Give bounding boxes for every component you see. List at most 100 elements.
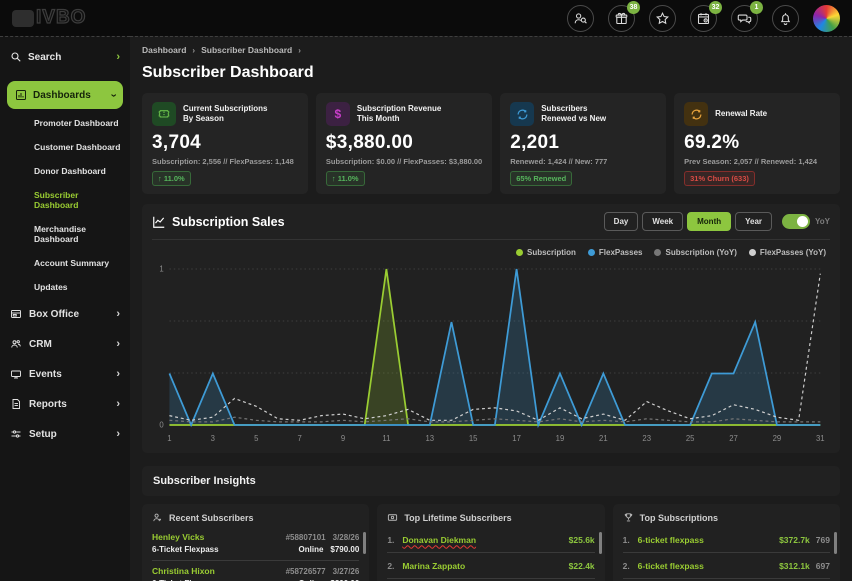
logo-text: IVBO (36, 7, 86, 29)
subscription-sales-panel: Subscription Sales Day Week Month Year Y… (142, 204, 840, 453)
sidebar-item-subscriber-dashboard[interactable]: Subscriber Dashboard (7, 183, 123, 217)
lifetime-subscriber-row[interactable]: 1. Donavan Diekman $25.6k (387, 527, 594, 553)
messages-badge: 1 (750, 1, 763, 14)
legend-item-flexpasses-yoy[interactable]: FlexPasses (YoY) (749, 248, 826, 257)
legend-item-subscription[interactable]: Subscription (516, 248, 576, 257)
chevron-right-icon: › (116, 339, 120, 350)
sidebar-item-donor-dashboard[interactable]: Donor Dashboard (7, 159, 123, 183)
star-icon (655, 11, 670, 26)
svg-text:13: 13 (425, 434, 434, 443)
box-office-icon (10, 308, 22, 320)
subscriber-name[interactable]: Henley Vicks (152, 532, 204, 542)
recent-subscriber-row[interactable]: Henley Vicks #58807101 3/28/26 6-Ticket … (152, 527, 359, 561)
vbo-logo[interactable]: IVBO (12, 7, 86, 29)
sidebar-item-crm[interactable]: CRM › (7, 329, 123, 359)
kpi-detail: Renewed: 1,424 // New: 777 (510, 157, 656, 166)
kpi-title: SubscribersRenewed vs New (541, 104, 606, 125)
kpi-detail: Subscription: 2,556 // FlexPasses: 1,148 (152, 157, 298, 166)
sidebar-item-setup[interactable]: Setup › (7, 419, 123, 449)
subscription-value: $372.7k (779, 535, 810, 545)
dollar-icon: $ (326, 102, 350, 126)
sale-amount: $790.00 (330, 545, 359, 554)
calendar-icon (696, 11, 711, 26)
range-button-day[interactable]: Day (604, 212, 639, 231)
top-subscriptions-card: Top Subscriptions 1. 6-ticket flexpass $… (613, 504, 840, 581)
kpi-value: $3,880.00 (326, 132, 482, 154)
order-id: #58807101 (286, 533, 326, 542)
legend-item-flexpasses[interactable]: FlexPasses (588, 248, 643, 257)
kpi-row: Current SubscriptionsBy Season 3,704 Sub… (142, 93, 840, 194)
scrollbar[interactable] (363, 532, 366, 554)
kpi-title: Renewal Rate (715, 109, 767, 119)
svg-text:31: 31 (816, 434, 825, 443)
range-button-week[interactable]: Week (642, 212, 683, 231)
recent-subscriber-row[interactable]: Christina Hixon #58726577 3/27/26 6-Tick… (152, 561, 359, 581)
events-icon (10, 368, 22, 380)
sidebar-item-promoter-dashboard[interactable]: Promoter Dashboard (7, 111, 123, 135)
customer-search-button[interactable] (567, 5, 594, 32)
recent-subscribers-card: Recent Subscribers Henley Vicks #5880710… (142, 504, 369, 581)
subscriber-name[interactable]: Donavan Diekman (402, 535, 476, 545)
line-chart-icon (152, 215, 166, 229)
sidebar-item-merchandise-dashboard[interactable]: Merchandise Dashboard (7, 217, 123, 251)
range-button-year[interactable]: Year (735, 212, 772, 231)
favorites-button[interactable] (649, 5, 676, 32)
sidebar-item-account-summary[interactable]: Account Summary (7, 251, 123, 275)
yoy-toggle[interactable] (782, 214, 810, 229)
breadcrumb: Dashboard › Subscriber Dashboard › (142, 45, 840, 55)
rank: 1. (387, 535, 402, 545)
sidebar-item-events[interactable]: Events › (7, 359, 123, 389)
sidebar-item-reports[interactable]: Reports › (7, 389, 123, 419)
svg-text:5: 5 (254, 434, 259, 443)
calendar-button[interactable]: 32 (690, 5, 717, 32)
product-name: 6-Ticket Flexpass (152, 545, 219, 554)
ticket-icon (152, 102, 176, 126)
crm-icon (10, 338, 22, 350)
kpi-card-subscription-revenue: $ Subscription RevenueThis Month $3,880.… (316, 93, 492, 194)
lifetime-subscriber-row[interactable]: 2. Marina Zappato $22.4k (387, 553, 594, 579)
messages-button[interactable]: 1 (731, 5, 758, 32)
rank: 2. (623, 561, 638, 571)
sidebar-item-dashboards[interactable]: Dashboards › (7, 81, 123, 109)
notifications-button[interactable] (772, 5, 799, 32)
bell-icon (778, 11, 793, 26)
subscription-name[interactable]: 6-ticket flexpass (638, 561, 704, 571)
sale-channel: Online (299, 545, 324, 554)
chart-title: Subscription Sales (152, 215, 285, 229)
breadcrumb-subscriber-dashboard[interactable]: Subscriber Dashboard (201, 45, 292, 55)
svg-text:0: 0 (159, 420, 164, 429)
breadcrumb-dashboard[interactable]: Dashboard (142, 45, 186, 55)
svg-text:15: 15 (469, 434, 478, 443)
order-date: 3/27/26 (333, 567, 360, 576)
top-subscription-row[interactable]: 2. 6-ticket flexpass $312.1k 697 (623, 553, 830, 579)
box-office-label: Box Office (29, 309, 79, 320)
sidebar-item-search[interactable]: Search › (7, 41, 123, 73)
chevron-right-icon: › (116, 429, 120, 440)
sidebar-item-customer-dashboard[interactable]: Customer Dashboard (7, 135, 123, 159)
chevron-right-icon: › (116, 52, 120, 63)
scrollbar[interactable] (599, 532, 602, 554)
scrollbar[interactable] (834, 532, 837, 554)
chart-legend: Subscription FlexPasses Subscription (Yo… (156, 248, 826, 257)
main-content: Dashboard › Subscriber Dashboard › Subsc… (130, 36, 852, 581)
subscription-name[interactable]: 6-ticket flexpass (638, 535, 704, 545)
subscriber-name[interactable]: Marina Zappato (402, 561, 465, 571)
subscriber-name[interactable]: Christina Hixon (152, 566, 215, 576)
svg-text:19: 19 (556, 434, 565, 443)
svg-text:11: 11 (382, 434, 390, 443)
svg-text:29: 29 (773, 434, 782, 443)
kpi-badge: 31% Churn (633) (684, 171, 755, 186)
range-button-month[interactable]: Month (687, 212, 731, 231)
gifts-button[interactable]: 38 (608, 5, 635, 32)
legend-dot (749, 249, 756, 256)
user-avatar[interactable] (813, 5, 840, 32)
svg-text:3: 3 (211, 434, 216, 443)
insights-title: Subscriber Insights (153, 475, 256, 487)
top-subscription-row[interactable]: 1. 6-ticket flexpass $372.7k 769 (623, 527, 830, 553)
sidebar-item-box-office[interactable]: Box Office › (7, 299, 123, 329)
sidebar-item-updates[interactable]: Updates (7, 275, 123, 299)
logo-block-icon (12, 10, 34, 27)
chat-bubbles-icon (737, 11, 752, 26)
legend-item-subscription-yoy[interactable]: Subscription (YoY) (654, 248, 736, 257)
subscription-value: $312.1k (779, 561, 810, 571)
